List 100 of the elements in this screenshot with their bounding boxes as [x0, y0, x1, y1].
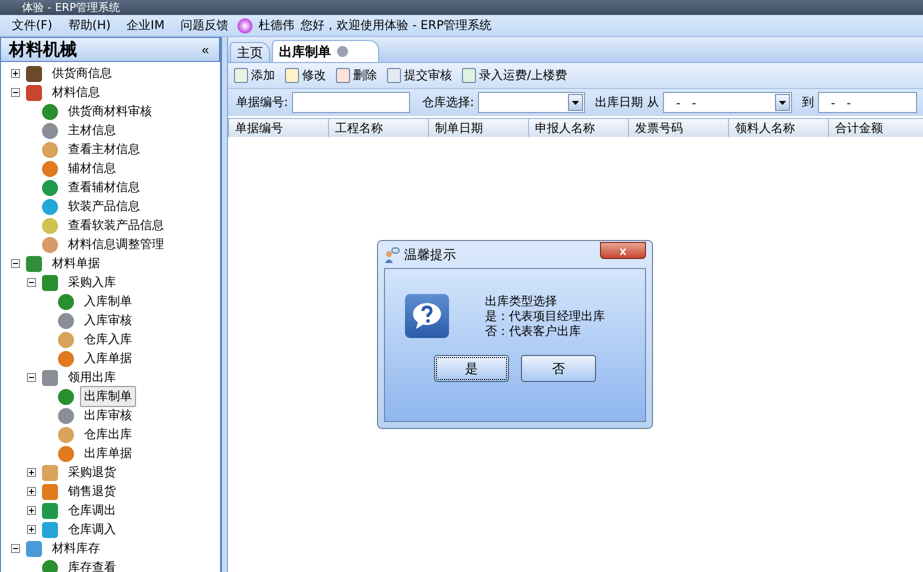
dialog-message: 出库类型选择 是：代表项目经理出库 否：代表客户出库	[485, 294, 606, 338]
tree-node-icon	[58, 350, 74, 366]
tree-item[interactable]: 材料库存	[48, 538, 104, 559]
tree-node-icon	[58, 446, 74, 462]
date-field[interactable]: - -	[818, 92, 917, 113]
collapse-toggle[interactable]	[11, 544, 20, 553]
tree-node-icon	[42, 502, 58, 518]
tree-item[interactable]: 出库制单	[80, 386, 136, 407]
toolbar-button[interactable]: 添加	[234, 67, 275, 84]
column-header[interactable]: 制单日期	[429, 119, 529, 137]
tree-item[interactable]: 材料单据	[48, 253, 104, 274]
tree-node-icon	[42, 180, 58, 196]
collapse-toggle[interactable]	[11, 259, 20, 268]
collapse-toggle[interactable]	[11, 88, 20, 97]
expand-toggle[interactable]	[27, 487, 36, 496]
question-icon	[405, 294, 449, 338]
tree-node-icon	[42, 160, 58, 176]
document-icon	[387, 68, 401, 83]
column-header[interactable]: 合计金额	[829, 119, 923, 137]
expand-toggle[interactable]	[27, 525, 36, 534]
greeting-user: 杜德伟	[258, 17, 295, 34]
greeting-text: 您好，欢迎使用体验 - ERP管理系统	[300, 17, 492, 34]
tree-item[interactable]: 出库审核	[80, 405, 136, 426]
document-icon	[234, 68, 248, 83]
dialog-title: 温馨提示	[404, 246, 456, 264]
expand-toggle[interactable]	[27, 506, 36, 515]
tree-node-icon	[58, 294, 74, 310]
input-field[interactable]	[292, 92, 410, 113]
tab[interactable]: 出库制单	[272, 40, 379, 62]
tree-node-icon	[26, 540, 42, 556]
tree-item[interactable]: 入库单据	[80, 348, 136, 369]
collapse-toggle[interactable]	[27, 373, 36, 382]
tree-item[interactable]: 入库制单	[80, 291, 136, 312]
tab[interactable]: 主页	[230, 42, 270, 62]
tree-item[interactable]: 销售退货	[64, 481, 120, 502]
collapse-toggle[interactable]	[27, 278, 36, 287]
tree-item[interactable]: 领用出库	[64, 367, 120, 388]
tree-item[interactable]: 材料信息	[48, 82, 104, 103]
document-icon	[336, 68, 350, 83]
tree-node-icon	[42, 218, 58, 234]
tree-item[interactable]: 查看软装产品信息	[64, 215, 168, 236]
tree-item[interactable]: 辅材信息	[64, 158, 120, 179]
field-label: 出库日期	[595, 94, 644, 111]
tree-item[interactable]: 软装产品信息	[64, 196, 144, 217]
tree-node-icon	[42, 274, 58, 290]
column-header[interactable]: 单据编号	[229, 119, 329, 137]
tree-item[interactable]: 仓库入库	[80, 329, 136, 350]
dialog-button[interactable]: 是	[434, 355, 509, 382]
tree-item[interactable]: 主材信息	[64, 120, 120, 141]
tree-node-icon	[58, 426, 74, 442]
toolbar-button[interactable]: 录入运费/上楼费	[462, 67, 568, 84]
tree-node-icon	[42, 198, 58, 214]
menu-item[interactable]: 企业IM	[118, 17, 173, 34]
tree-item[interactable]: 仓库调出	[64, 500, 120, 521]
tree-item[interactable]: 采购退货	[64, 462, 120, 483]
toolbar-button[interactable]: 删除	[336, 67, 377, 84]
column-header[interactable]: 领料人名称	[729, 119, 829, 137]
column-header[interactable]: 发票号码	[629, 119, 729, 137]
tree-node-icon	[26, 84, 42, 100]
date-field[interactable]: - -	[663, 92, 792, 113]
toolbar-button[interactable]: 修改	[285, 67, 326, 84]
tree-item[interactable]: 材料信息调整管理	[64, 234, 168, 255]
column-header[interactable]: 申报人名称	[529, 119, 629, 137]
tree-node-icon	[42, 104, 58, 120]
close-button[interactable]: x	[600, 242, 646, 259]
column-header[interactable]: 工程名称	[329, 119, 429, 137]
tree-node-icon	[42, 522, 58, 538]
window-title: 体验 - ERP管理系统	[22, 1, 120, 15]
close-icon[interactable]	[337, 46, 348, 57]
tree-item[interactable]: 供货商信息	[48, 63, 116, 84]
field-label: 到	[802, 94, 814, 111]
field-label: 单据编号:	[236, 94, 288, 111]
tree-node-icon	[58, 332, 74, 348]
tree-item[interactable]: 仓库调入	[64, 519, 120, 540]
tree-item[interactable]: 仓库出库	[80, 424, 136, 445]
menu-item[interactable]: 帮助(H)	[60, 17, 119, 34]
tree-node-icon	[58, 388, 74, 404]
tree-item[interactable]: 采购入库	[64, 272, 120, 293]
expand-toggle[interactable]	[11, 69, 20, 78]
tree-item[interactable]: 供货商材料审核	[64, 101, 156, 122]
field-label: 仓库选择:	[422, 94, 474, 111]
dropdown-field[interactable]	[478, 92, 586, 113]
tree-item[interactable]: 查看辅材信息	[64, 177, 144, 198]
field-label: 从	[647, 94, 660, 111]
expand-toggle[interactable]	[27, 468, 36, 477]
tree-item[interactable]: 出库单据	[80, 443, 136, 464]
document-icon	[285, 68, 299, 83]
dialog-button[interactable]: 否	[521, 355, 596, 382]
tree-node-icon	[58, 312, 74, 328]
tree-node-icon	[42, 142, 58, 158]
sidebar-title: 材料机械	[9, 39, 77, 61]
collapse-button[interactable]: «	[200, 42, 211, 57]
tree-node-icon	[42, 464, 58, 480]
tree-node-icon	[42, 122, 58, 138]
tree-item[interactable]: 查看主材信息	[64, 139, 144, 160]
menu-item[interactable]: 文件(F)	[4, 17, 60, 34]
toolbar-button[interactable]: 提交审核	[387, 67, 452, 84]
color-wheel-icon	[236, 18, 253, 34]
tree-item[interactable]: 入库审核	[80, 310, 136, 331]
menu-item[interactable]: 问题反馈	[172, 17, 237, 34]
